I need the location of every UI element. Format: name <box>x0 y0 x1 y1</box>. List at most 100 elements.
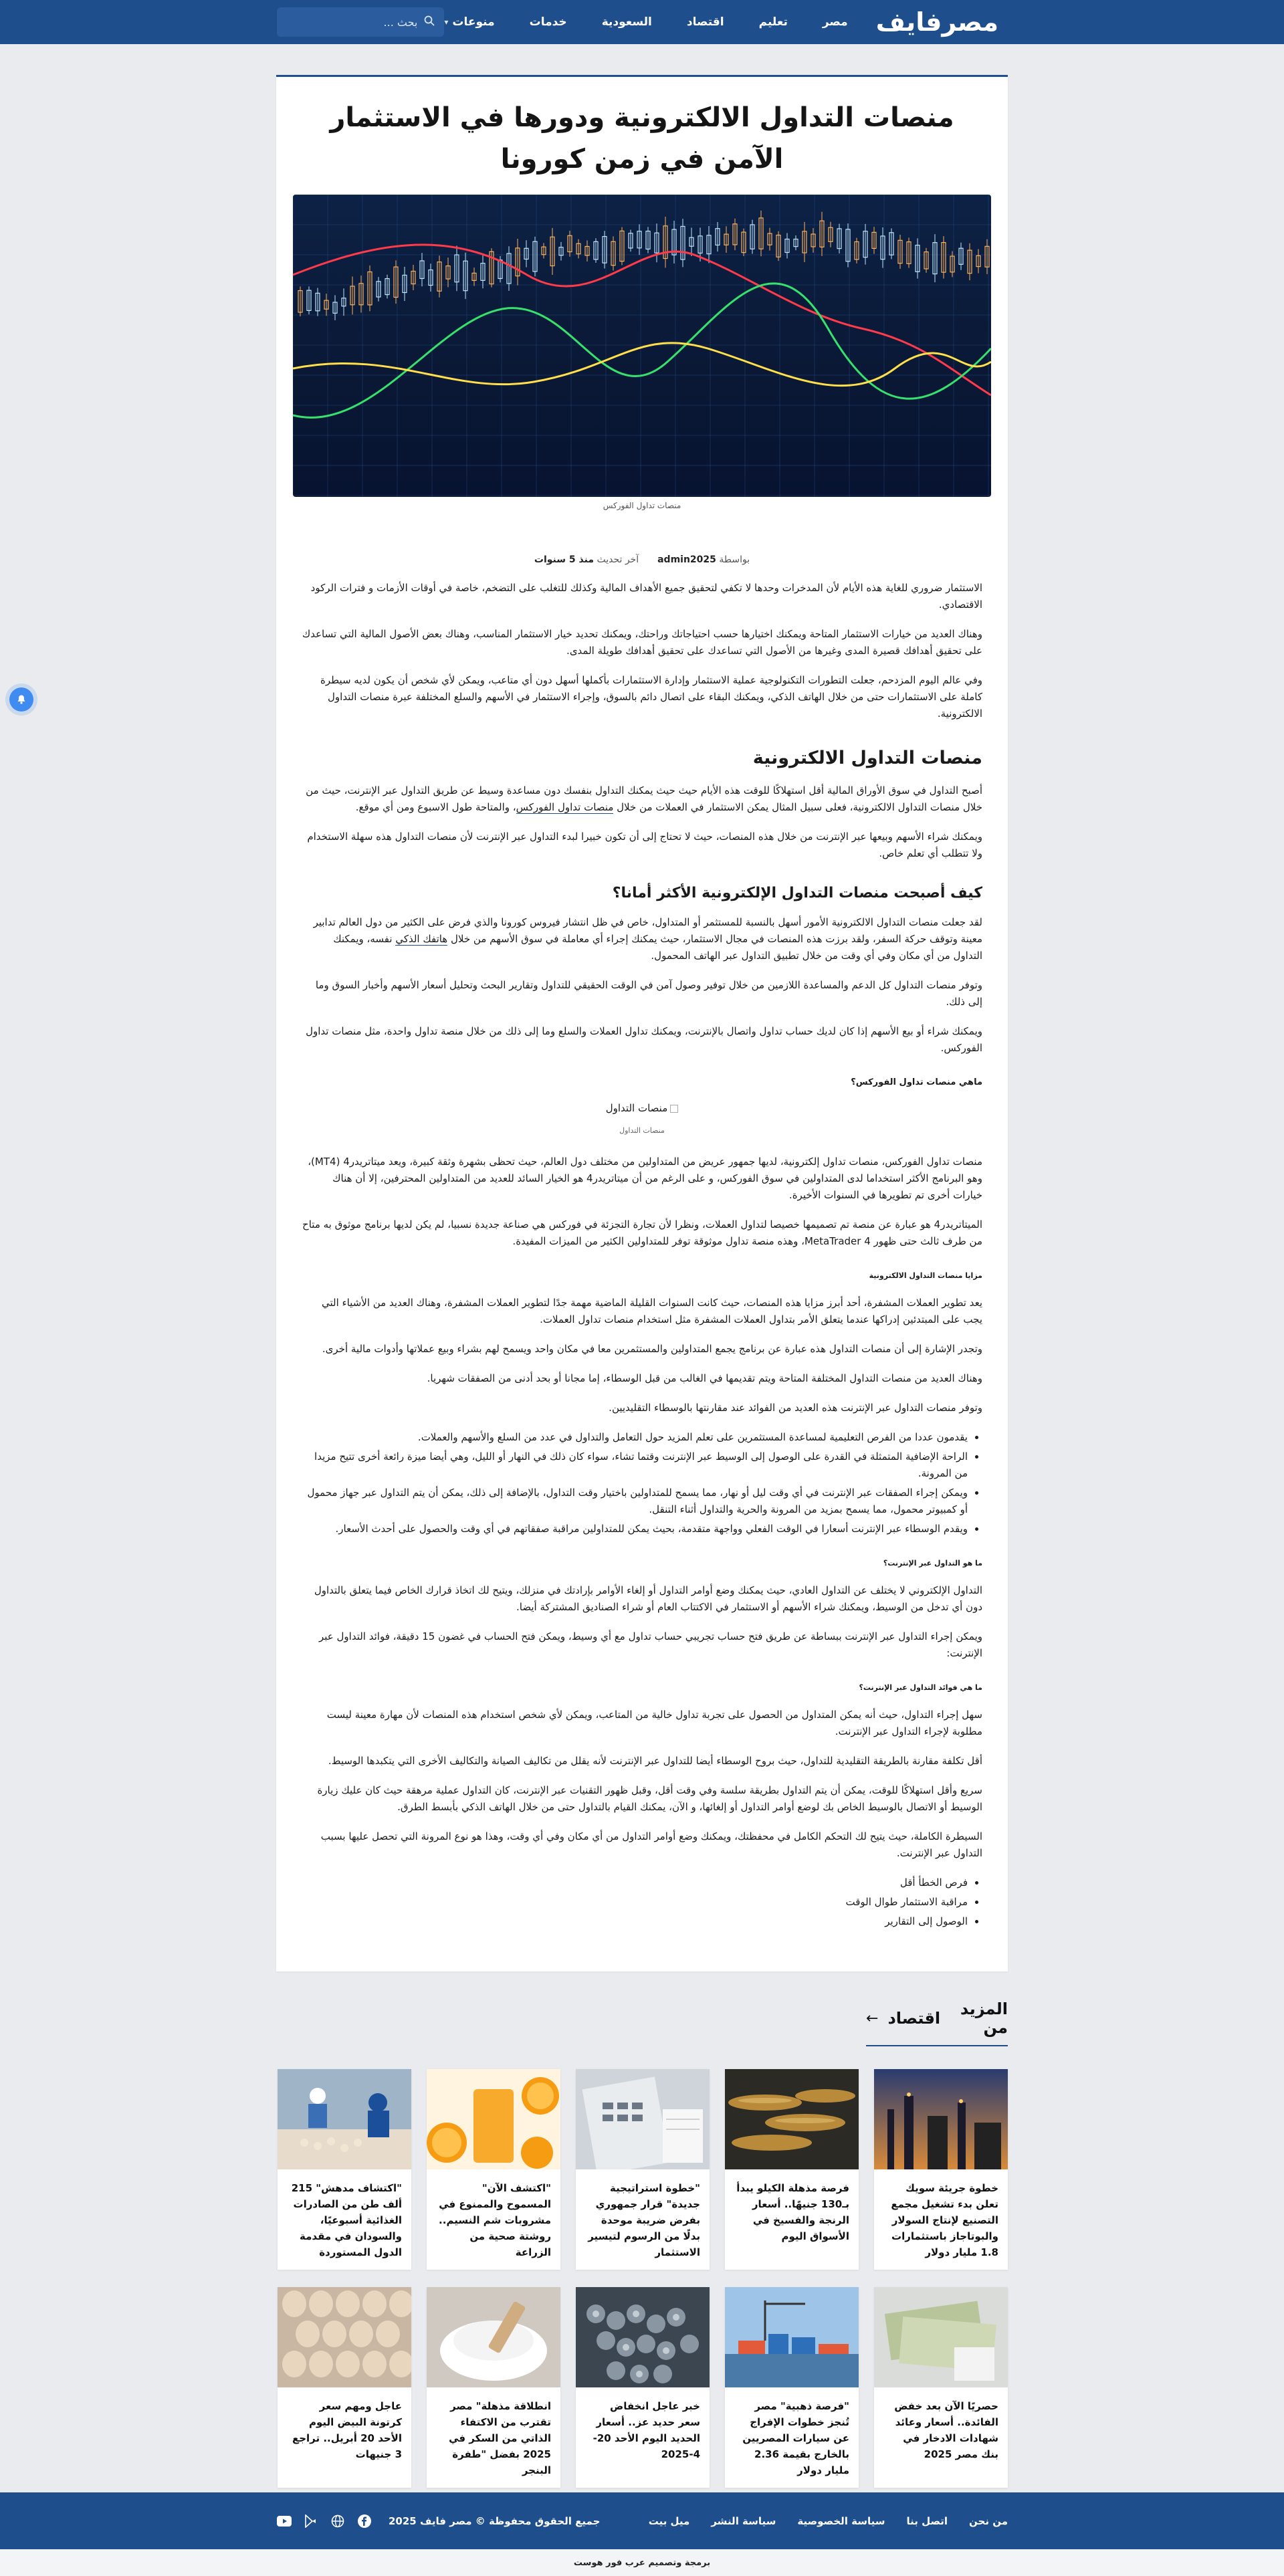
forex-platforms-link[interactable]: منصات تداول الفوركس <box>516 801 614 814</box>
nav-label: خدمات <box>529 15 567 29</box>
facebook-icon[interactable] <box>356 2513 372 2529</box>
port-photo <box>725 2287 859 2387</box>
meta-by-label: بواسطة <box>719 554 750 565</box>
card-thumbnail <box>725 2069 859 2169</box>
eggs-photo <box>278 2287 411 2387</box>
related-card[interactable]: عاجل ومهم سعر كرتونة البيض اليوم الأحد 2… <box>278 2287 411 2488</box>
copyright: جميع الحقوق محفوظة © مصر فايف 2025 <box>389 2514 601 2527</box>
card-thumbnail <box>725 2287 859 2387</box>
card-thumbnail <box>278 2287 411 2387</box>
sugar-photo <box>427 2287 560 2387</box>
nav-item-economy[interactable]: اقتصاد <box>687 15 724 29</box>
card-thumbnail <box>576 2069 710 2169</box>
section-heading: ماهي منصات تداول الفوركس؟ <box>851 1077 982 1087</box>
search-box <box>277 7 445 37</box>
paragraph: وتوفر منصات التداول كل الدعم والمساعدة ا… <box>315 979 982 1008</box>
meta-author[interactable]: admin2025 <box>657 554 716 565</box>
list-item: ويقدم الوسطاء عبر الإنترنت أسعارا في الو… <box>302 1521 968 1537</box>
more-heading-prefix: المزيد من <box>960 2000 1008 2037</box>
card-thumbnail <box>874 2069 1008 2169</box>
card-title: "اكتشاف مدهش" 215 ألف طن من الصادرات الغ… <box>291 2182 402 2258</box>
search-input[interactable] <box>284 15 418 29</box>
related-card[interactable]: "فرصة ذهبية" مصر تُنجز خطوات الإفراج عن … <box>725 2287 859 2488</box>
section-heading: ما هو التداول عبر الإنترنت؟ <box>883 1558 982 1568</box>
nav-item-education[interactable]: تعليم <box>759 15 788 29</box>
footer-link-publishing[interactable]: سياسة النشر <box>711 2515 776 2527</box>
search-icon[interactable] <box>424 15 435 29</box>
site-logo[interactable]: مصرفايف <box>876 7 999 37</box>
paragraph: سريع وأقل استهلاكًا للوقت، يمكن أن يتم ا… <box>317 1784 982 1813</box>
calculator-photo <box>576 2069 710 2169</box>
nav-item-saudi[interactable]: السعودية <box>602 15 652 29</box>
paragraph: ويمكن إجراء التداول عبر الإنترنت ببساطة … <box>319 1630 982 1659</box>
chevron-down-icon: ▾ <box>444 17 449 27</box>
paragraph: لقد جعلت منصات التداول الالكترونية الأمو… <box>302 914 982 964</box>
related-card[interactable]: خطوة جريئة سويك تعلن بدء تشغيل مجمع التص… <box>874 2069 1008 2270</box>
google-play-icon[interactable] <box>303 2513 319 2529</box>
main-nav: مصر تعليم اقتصاد السعودية خدمات منوعات ▾ <box>444 15 847 29</box>
paragraph: السيطرة الكاملة، حيث يتيح لك التحكم الكا… <box>320 1830 982 1859</box>
card-title: "اكتشف الآن" المسموح والممنوع في مشروبات… <box>439 2182 551 2258</box>
list-item: ويمكن إجراء الصفقات عبر الإنترنت في أي و… <box>302 1485 968 1518</box>
paragraph: وفي عالم اليوم المزدحم، جعلت التطورات ال… <box>320 674 982 720</box>
footer-link-about[interactable]: من نحن <box>969 2515 1008 2527</box>
notification-bell-button[interactable] <box>9 687 33 712</box>
list-item: الراحة الإضافية المتمثلة في القدرة على ا… <box>302 1448 968 1482</box>
footer-inner: من نحن اتصل بنا سياسة الخصوصية سياسة الن… <box>276 2513 1008 2529</box>
more-from-section: المزيد من اقتصاد ← خطوة جريئة سويك تعلن … <box>276 2000 1008 2488</box>
list-item: يقدمون عددا من الفرص التعليمية لمساعدة ا… <box>302 1429 968 1446</box>
paragraph: وهناك العديد من منصات التداول المختلفة ا… <box>427 1372 982 1384</box>
card-thumbnail <box>427 2287 560 2387</box>
paragraph: منصات تداول الفوركس، منصات تداول إلكترون… <box>308 1155 982 1201</box>
related-card[interactable]: "خطوة استراتيجية جديدة" قرار جمهوري بفرض… <box>576 2069 710 2270</box>
nav-label: اقتصاد <box>686 15 724 29</box>
related-card[interactable]: "اكتشف الآن" المسموح والممنوع في مشروبات… <box>427 2069 560 2270</box>
card-thumbnail <box>576 2287 710 2387</box>
features-list: فرص الخطأ أقل مراقبة الاستثمار طوال الوق… <box>302 1874 982 1930</box>
section-heading: كيف أصبحت منصات التداول الإلكترونية الأك… <box>612 885 982 901</box>
meta-by: بواسطة admin2025 <box>657 554 750 565</box>
paragraph: التداول الإلكتروني لا يختلف عن التداول ا… <box>314 1584 982 1613</box>
globe-icon[interactable] <box>330 2513 346 2529</box>
refinery-photo <box>874 2069 1008 2169</box>
paragraph: أصبح التداول في سوق الأوراق المالية أقل … <box>302 782 982 816</box>
card-title: "فرصة ذهبية" مصر تُنجز خطوات الإفراج عن … <box>742 2400 849 2476</box>
related-card[interactable]: فرصة مذهلة الكيلو يبدأ بـ130 جنيهًا.. أس… <box>725 2069 859 2270</box>
footer-link-contact[interactable]: اتصل بنا <box>906 2515 948 2527</box>
nav-item-misc[interactable]: منوعات ▾ <box>444 15 494 29</box>
paragraph: سهل إجراء التداول، حيث أنه يمكن المتداول… <box>326 1708 982 1737</box>
credit-text: برمجة وتصميم عرب فور هوست <box>573 2557 711 2568</box>
more-heading[interactable]: المزيد من اقتصاد ← <box>866 2000 1008 2046</box>
card-title: فرصة مذهلة الكيلو يبدأ بـ130 جنيهًا.. أس… <box>736 2182 849 2242</box>
youtube-icon[interactable] <box>276 2513 292 2529</box>
related-card[interactable]: حصريًا الآن بعد خفض الفائدة.. أسعار وعائ… <box>874 2287 1008 2488</box>
card-title: حصريًا الآن بعد خفض الفائدة.. أسعار وعائ… <box>894 2400 998 2460</box>
paragraph: ويمكنك شراء الأسهم وبيعها عبر الإنترنت م… <box>307 831 982 859</box>
credits-bar: برمجة وتصميم عرب فور هوست <box>0 2549 1284 2576</box>
bell-icon <box>17 695 25 704</box>
footer-right: جميع الحقوق محفوظة © مصر فايف 2025 <box>276 2513 600 2529</box>
section-heading: ما هي فوائد التداول عبر الإنترنت؟ <box>859 1683 982 1692</box>
related-card[interactable]: انطلاقة مذهلة" مصر تقترب من الاكتفاء الذ… <box>427 2287 560 2488</box>
herring-photo <box>725 2069 859 2169</box>
factory-workers-photo <box>278 2069 411 2169</box>
header-inner: مصرفايف مصر تعليم اقتصاد السعودية خدمات … <box>277 0 999 44</box>
card-title: "خطوة استراتيجية جديدة" قرار جمهوري بفرض… <box>588 2182 700 2258</box>
footer-link-privacy[interactable]: سياسة الخصوصية <box>797 2515 885 2527</box>
related-card[interactable]: خبر عاجل انخفاض سعر حديد عز.. أسعار الحد… <box>576 2287 710 2488</box>
card-thumbnail <box>874 2287 1008 2387</box>
nav-item-services[interactable]: خدمات <box>530 15 567 29</box>
figure-caption: منصات التداول <box>619 1125 665 1135</box>
broken-image: منصات التداول <box>606 1100 679 1117</box>
benefits-list: يقدمون عددا من الفرص التعليمية لمساعدة ا… <box>302 1429 982 1537</box>
card-title: انطلاقة مذهلة" مصر تقترب من الاكتفاء الذ… <box>449 2400 551 2476</box>
related-cards-grid: خطوة جريئة سويك تعلن بدء تشغيل مجمع التص… <box>276 2069 1008 2488</box>
hero-image <box>293 195 991 497</box>
related-card[interactable]: "اكتشاف مدهش" 215 ألف طن من الصادرات الغ… <box>278 2069 411 2270</box>
nav-label: مصر <box>822 15 848 29</box>
footer-link-mail[interactable]: ميل بيت <box>649 2515 690 2527</box>
paragraph: ويمكنك شراء أو بيع الأسهم إذا كان لديك ح… <box>306 1025 982 1054</box>
nav-label: منوعات <box>452 15 495 29</box>
smartphone-link[interactable]: هاتفك الذكي <box>395 933 448 946</box>
nav-item-egypt[interactable]: مصر <box>823 15 848 29</box>
